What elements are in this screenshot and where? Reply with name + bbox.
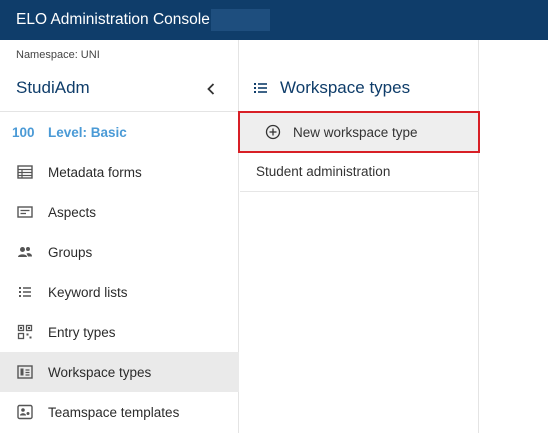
chevron-left-icon <box>207 83 215 95</box>
sidebar-item-label: Keyword lists <box>48 284 128 300</box>
sidebar-item-label: Workspace types <box>48 364 152 380</box>
workspace-types-panel: Workspace types New workspace type Stude… <box>238 40 480 433</box>
level-label: Level: Basic <box>48 124 127 140</box>
list-item[interactable]: Student administration <box>240 152 479 192</box>
sidebar-item-metadata-forms[interactable]: Metadata forms <box>0 152 239 192</box>
sidebar-item-label: Metadata forms <box>48 164 142 180</box>
entry-types-icon <box>16 323 34 341</box>
panel-header: Workspace types <box>254 78 410 98</box>
form-icon <box>16 163 34 181</box>
aspect-icon <box>16 203 34 221</box>
level-number: 100 <box>12 124 35 140</box>
sidebar-item-groups[interactable]: Groups <box>0 232 239 272</box>
list-icon <box>254 82 270 94</box>
sidebar-item-label: Groups <box>48 244 93 260</box>
collapse-sidebar-button[interactable] <box>199 77 223 101</box>
list-icon <box>16 283 34 301</box>
sidebar: Namespace: UNI StudiAdm 100 Level: Basic <box>0 40 239 433</box>
new-workspace-type-button[interactable]: New workspace type <box>240 112 479 152</box>
redacted-block <box>210 9 270 31</box>
list-item-label: Student administration <box>256 164 391 179</box>
level-indicator[interactable]: 100 Level: Basic <box>0 112 239 152</box>
sidebar-item-aspects[interactable]: Aspects <box>0 192 239 232</box>
detail-area <box>480 40 548 433</box>
add-circle-icon <box>265 123 283 141</box>
app-title: ELO Administration Console <box>16 11 210 28</box>
sidebar-item-label: Entry types <box>48 324 116 340</box>
panel-title: Workspace types <box>280 78 411 97</box>
sidebar-item-label: Teamspace templates <box>48 404 180 420</box>
top-bar: ELO Administration Console <box>0 0 548 40</box>
sidebar-item-label: Aspects <box>48 204 97 220</box>
sidebar-nav: Metadata forms Aspects Groups Keyword li… <box>0 152 239 432</box>
app-window: ELO Administration Console Namespace: UN… <box>0 0 548 433</box>
teamspace-icon <box>16 403 34 421</box>
namespace-label: Namespace: UNI <box>16 49 100 61</box>
new-workspace-type-label: New workspace type <box>293 124 418 140</box>
workspace-icon <box>16 363 34 381</box>
groups-icon <box>16 243 34 261</box>
sidebar-item-workspace-types[interactable]: Workspace types <box>0 352 239 392</box>
sidebar-item-keyword-lists[interactable]: Keyword lists <box>0 272 239 312</box>
sidebar-item-teamspace-templates[interactable]: Teamspace templates <box>0 392 239 432</box>
repository-title: StudiAdm <box>16 78 90 97</box>
sidebar-item-entry-types[interactable]: Entry types <box>0 312 239 352</box>
